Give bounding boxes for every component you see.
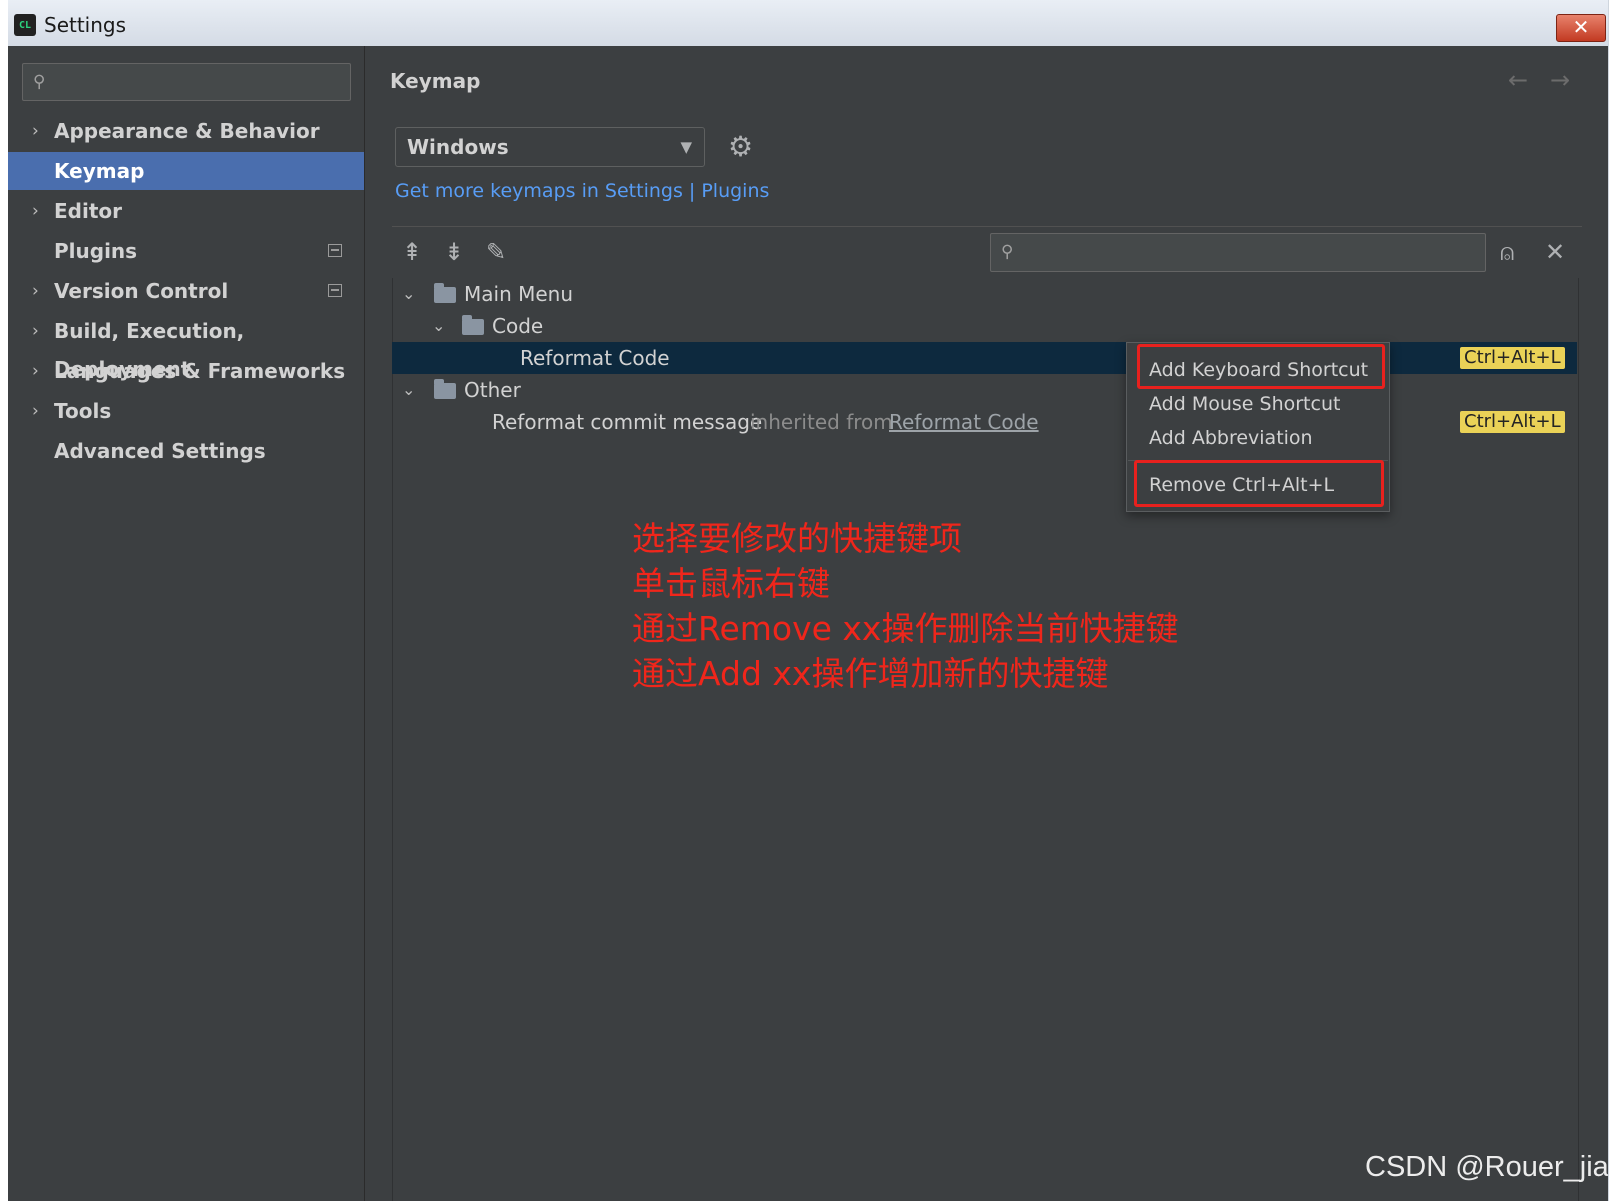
window-title: Settings — [44, 13, 127, 37]
sidebar-item-label: Version Control — [54, 279, 229, 303]
sidebar-item-label: Keymap — [54, 159, 145, 183]
menu-item-add-mouse-shortcut[interactable]: Add Mouse Shortcut — [1149, 389, 1340, 419]
other-folder-icon — [434, 379, 456, 399]
sidebar-item-advanced-settings[interactable]: Advanced Settings — [8, 432, 364, 470]
plugins-link[interactable]: Get more keymaps in Settings | Plugins — [395, 180, 769, 202]
sidebar-search-input[interactable]: ⚲ — [22, 63, 351, 101]
chevron-down-icon: ▼ — [680, 138, 692, 156]
title-bar — [8, 0, 1608, 47]
shortcut-badge: Ctrl+Alt+L — [1460, 347, 1565, 369]
inherited-text: inherited from — [750, 410, 893, 434]
sidebar-item-plugins[interactable]: Plugins — [8, 232, 364, 270]
app-logo-icon: CL — [14, 14, 36, 36]
sidebar-item-label: Plugins — [54, 239, 138, 263]
tree-node-label: Reformat commit message — [492, 410, 763, 434]
sidebar-item-tools[interactable]: › Tools — [8, 392, 364, 430]
chevron-down-icon: ⌄ — [402, 284, 416, 303]
chevron-down-icon: ⌄ — [402, 380, 416, 399]
folder-icon — [462, 315, 484, 335]
tree-node-reformat-code[interactable]: Reformat Code Ctrl+Alt+L — [392, 342, 1577, 374]
sidebar-item-appearance-behavior[interactable]: › Appearance & Behavior — [8, 112, 364, 150]
chevron-right-icon: › — [32, 321, 39, 341]
collapse-all-icon[interactable]: ⇟ — [444, 238, 464, 266]
edit-icon[interactable]: ✎ — [486, 238, 506, 266]
sidebar-item-keymap[interactable]: Keymap — [8, 152, 364, 190]
sidebar-item-languages-frameworks[interactable]: › Languages & Frameworks — [8, 352, 364, 390]
project-level-icon — [328, 284, 342, 297]
gear-icon[interactable]: ⚙ — [728, 130, 753, 163]
sidebar-item-editor[interactable]: › Editor — [8, 192, 364, 230]
sidebar-item-label: Languages & Frameworks — [54, 359, 346, 383]
search-icon: ⚲ — [33, 72, 46, 92]
search-icon: ⚲ — [1001, 242, 1014, 262]
expand-all-icon[interactable]: ⇞ — [402, 238, 422, 266]
tree-node-label: Reformat Code — [520, 346, 670, 370]
shortcut-badge: Ctrl+Alt+L — [1460, 411, 1565, 433]
page-title: Keymap — [390, 69, 481, 93]
highlight-box-add — [1137, 344, 1385, 389]
keymap-select[interactable]: Windows ▼ — [395, 127, 705, 167]
watermark: CSDN @Rouer_jia — [1365, 1151, 1609, 1183]
chevron-right-icon: › — [32, 281, 39, 301]
back-arrow-icon[interactable]: ← — [1508, 66, 1528, 94]
sidebar-item-version-control[interactable]: › Version Control — [8, 272, 364, 310]
annotation-line: 单击鼠标右键 — [632, 564, 830, 603]
sidebar-item-build-execution-deployment[interactable]: › Build, Execution, Deployment — [8, 312, 364, 381]
find-by-shortcut-icon[interactable]: ⍝ — [1500, 238, 1514, 266]
highlight-box-remove — [1134, 460, 1384, 507]
keymap-search-input[interactable]: ⚲ — [990, 233, 1486, 272]
annotation-line: 通过Remove xx操作删除当前快捷键 — [632, 609, 1179, 648]
sidebar-item-label: Tools — [54, 399, 112, 423]
sidebar-item-label: Appearance & Behavior — [54, 119, 320, 143]
inherited-link[interactable]: Reformat Code — [889, 406, 1039, 438]
tree-node-main-menu[interactable]: ⌄ Main Menu — [392, 278, 1577, 310]
annotation-line: 通过Add xx操作增加新的快捷键 — [632, 654, 1109, 693]
tree-node-other[interactable]: ⌄ Other — [392, 374, 1577, 406]
tree-node-reformat-commit-message[interactable]: Reformat commit message inherited from R… — [392, 406, 1577, 438]
chevron-right-icon: › — [32, 401, 39, 421]
tree-node-label: Main Menu — [464, 282, 574, 306]
annotation-line: 选择要修改的快捷键项 — [632, 519, 962, 558]
menu-item-add-abbreviation[interactable]: Add Abbreviation — [1149, 423, 1313, 453]
tree-node-label: Other — [464, 378, 521, 402]
window-close-button[interactable]: ✕ — [1556, 14, 1606, 42]
sidebar-item-label: Editor — [54, 199, 122, 223]
close-icon[interactable]: ✕ — [1545, 238, 1565, 266]
keymap-select-value: Windows — [407, 135, 509, 159]
divider — [392, 226, 1582, 227]
project-level-icon — [328, 244, 342, 257]
chevron-down-icon: ⌄ — [432, 316, 446, 335]
chevron-right-icon: › — [32, 201, 39, 221]
tree-node-label: Code — [492, 314, 544, 338]
sidebar-item-label: Advanced Settings — [54, 439, 266, 463]
menu-folder-icon — [434, 283, 456, 303]
chevron-right-icon: › — [32, 121, 39, 141]
window-border — [1608, 0, 1621, 1201]
forward-arrow-icon[interactable]: → — [1550, 66, 1570, 94]
chevron-right-icon: › — [32, 361, 39, 381]
tree-node-code[interactable]: ⌄ Code — [392, 310, 1577, 342]
